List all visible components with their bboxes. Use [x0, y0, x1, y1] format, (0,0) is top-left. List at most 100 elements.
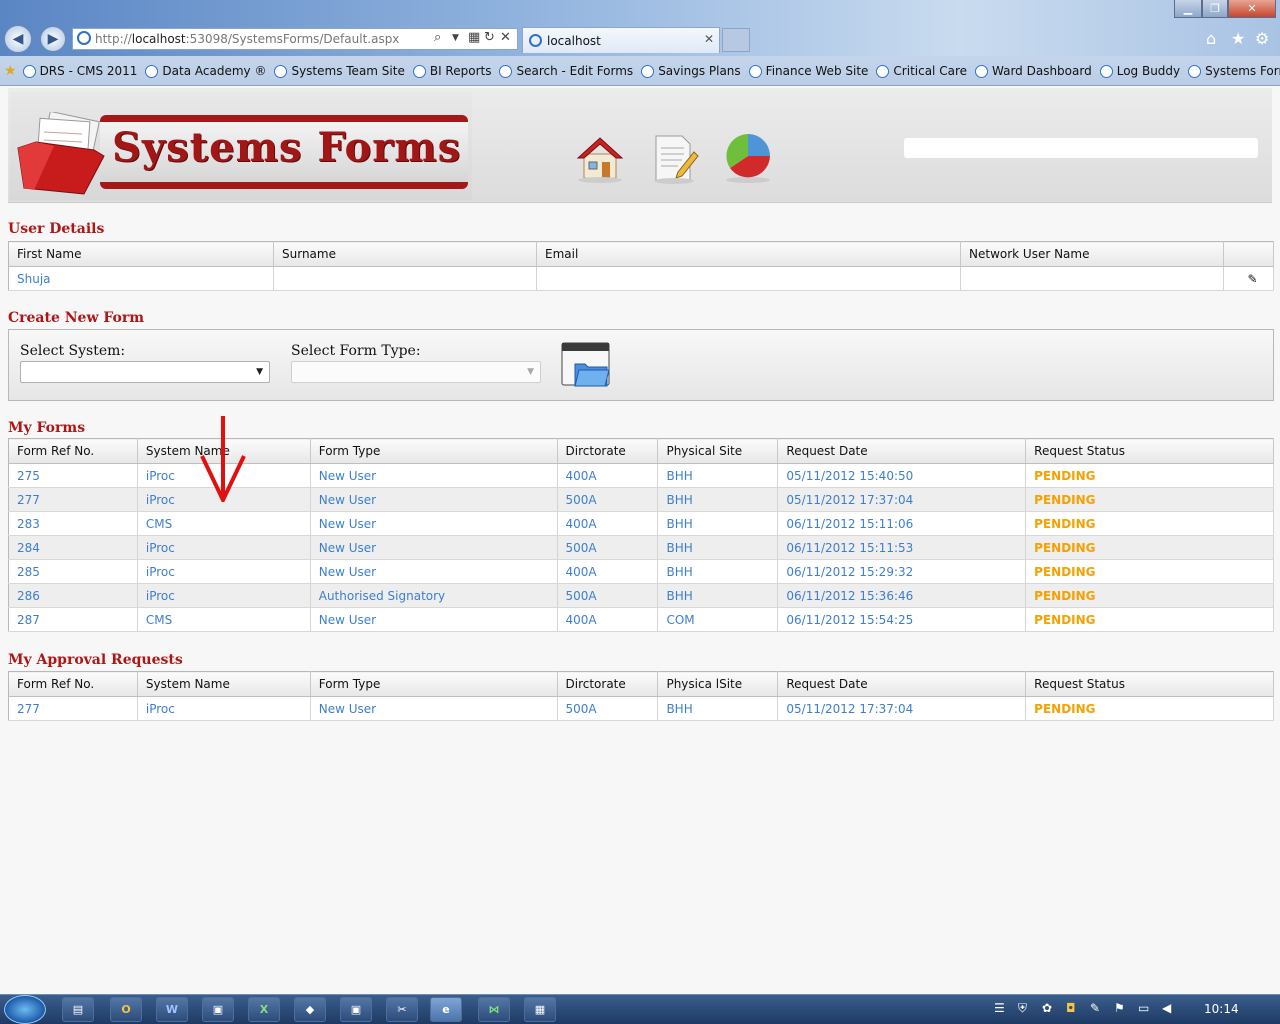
fav-item[interactable]: Ward Dashboard	[975, 64, 1092, 78]
favorites-bar: ★ DRS - CMS 2011 Data Academy ® Systems …	[0, 58, 1280, 84]
form-type-cell: New User	[310, 535, 558, 560]
system-name-cell: CMS	[137, 607, 311, 632]
app-taskbar-icon[interactable]: ▣	[340, 997, 372, 1022]
fav-item[interactable]: BI Reports	[412, 64, 491, 78]
column-header: Dirctorate	[557, 438, 659, 464]
system-name-cell: iProc	[137, 696, 311, 721]
approval-requests-table: Form Ref No. System Name Form Type Dirct…	[8, 671, 1274, 721]
gear-icon[interactable]: ⚙	[1255, 29, 1269, 48]
form-ref-cell[interactable]: 286	[8, 583, 138, 608]
form-ref-cell[interactable]: 287	[8, 607, 138, 632]
tray-icon[interactable]: ✿	[1042, 1001, 1052, 1015]
directorate-cell: 400A	[557, 607, 659, 632]
form-ref-cell[interactable]: 283	[8, 511, 138, 536]
fav-item[interactable]: Search - Edit Forms	[499, 64, 633, 78]
refresh-icon[interactable]: ↻	[484, 30, 495, 45]
create-form-icon[interactable]	[561, 342, 611, 388]
fav-item[interactable]: Savings Plans	[641, 64, 741, 78]
physical-site-cell: BHH	[657, 487, 779, 512]
close-button[interactable]: ✕	[1228, 0, 1276, 18]
logo-text: Systems Forms	[112, 124, 462, 171]
stop-icon[interactable]: ✕	[500, 30, 511, 45]
section-title-approvals: My Approval Requests	[8, 652, 183, 668]
forward-button[interactable]: ▶	[40, 26, 66, 52]
tab-close-icon[interactable]: ✕	[704, 32, 714, 46]
column-header: Dirctorate	[557, 671, 659, 697]
new-tab-button[interactable]	[722, 28, 750, 52]
tray-icon[interactable]: ◘	[1066, 1001, 1076, 1015]
network-user-cell	[960, 266, 1224, 291]
ie-tab-icon	[529, 34, 542, 47]
surname-cell	[273, 266, 537, 291]
search-icon[interactable]: ⌕	[434, 30, 441, 45]
column-header: Email	[536, 241, 961, 267]
minimize-button[interactable]: ▁	[1174, 0, 1202, 18]
fav-item[interactable]: Systems Forms	[1188, 64, 1280, 78]
compat-view-icon[interactable]: ▦	[468, 30, 480, 45]
edit-document-icon[interactable]	[648, 132, 700, 184]
explorer-taskbar-icon[interactable]: ▤	[62, 997, 94, 1022]
table-row[interactable]: 284 iProc New User 500A BHH 06/11/2012 15:11:…	[8, 535, 1274, 560]
form-ref-cell[interactable]: 275	[8, 463, 138, 488]
visual-studio-taskbar-icon[interactable]: ⋈	[478, 997, 510, 1022]
tools-taskbar-icon[interactable]: ✂	[386, 997, 418, 1022]
fav-item[interactable]: Data Academy ®	[145, 64, 266, 78]
column-header: Request Date	[777, 671, 1027, 697]
clock[interactable]: 10:14	[1204, 1002, 1239, 1016]
back-button[interactable]: ◀	[4, 25, 32, 53]
physical-site-cell: BHH	[657, 463, 779, 488]
ie-page-icon	[77, 31, 91, 45]
table-row[interactable]: 277 iProc New User 500A BHH 05/11/2012 17:37:…	[8, 487, 1274, 512]
directorate-cell: 500A	[557, 535, 659, 560]
table-row[interactable]: 277 iProc New User 500A BHH 05/11/2012 17:37:…	[8, 696, 1274, 721]
fav-item[interactable]: Finance Web Site	[748, 64, 868, 78]
fav-item[interactable]: Critical Care	[876, 64, 967, 78]
form-type-select[interactable]: ▼	[291, 361, 541, 383]
favorites-icon[interactable]: ★	[4, 63, 17, 79]
table-header-row: First Name Surname Email Network User Na…	[8, 241, 1274, 267]
tray-icon[interactable]: ✎	[1090, 1001, 1100, 1015]
edit-pencil-icon[interactable]: ✎	[1223, 266, 1274, 291]
fav-item[interactable]: DRS - CMS 2011	[22, 64, 137, 78]
pie-chart-icon[interactable]	[722, 132, 774, 184]
form-ref-cell[interactable]: 277	[8, 696, 138, 721]
system-select[interactable]: ▼	[20, 361, 270, 383]
home-icon[interactable]	[574, 132, 626, 184]
fav-item[interactable]: Log Buddy	[1099, 64, 1180, 78]
form-ref-cell[interactable]: 284	[8, 535, 138, 560]
home-icon[interactable]: ⌂	[1206, 29, 1216, 48]
tray-icon[interactable]: ☰	[994, 1001, 1005, 1015]
select-form-type-label: Select Form Type:	[291, 343, 421, 359]
request-status-cell: PENDING	[1025, 607, 1274, 632]
maximize-button[interactable]: ❐	[1202, 0, 1228, 18]
address-host: localhost	[131, 32, 186, 46]
address-path: :53098/SystemsForms/Default.aspx	[185, 32, 400, 46]
user-details-table: First Name Surname Email Network User Na…	[8, 241, 1274, 291]
volume-icon[interactable]: ◀	[1162, 1001, 1171, 1015]
app-taskbar-icon[interactable]: ▣	[202, 997, 234, 1022]
table-row[interactable]: 283 CMS New User 400A BHH 06/11/2012 15:11:06…	[8, 511, 1274, 536]
favorites-star-icon[interactable]: ★	[1231, 29, 1245, 48]
table-row[interactable]: 285 iProc New User 400A BHH 06/11/2012 15:29:…	[8, 559, 1274, 584]
network-icon[interactable]: ▭	[1138, 1001, 1149, 1015]
tray-icon[interactable]: ⛨	[1018, 1001, 1027, 1016]
word-taskbar-icon[interactable]: W	[156, 997, 188, 1022]
table-row[interactable]: 275 iProc New User 400A BHH 05/11/2012 15:40:…	[8, 463, 1274, 488]
directorate-cell: 500A	[557, 696, 659, 721]
dropdown-icon[interactable]: ▼	[452, 33, 459, 43]
outlook-taskbar-icon[interactable]: O	[110, 997, 142, 1022]
app-taskbar-icon[interactable]: ◆	[294, 997, 326, 1022]
section-title-my-forms: My Forms	[8, 420, 86, 436]
excel-taskbar-icon[interactable]: X	[248, 997, 280, 1022]
ie-taskbar-icon[interactable]: e	[430, 997, 462, 1022]
form-ref-cell[interactable]: 277	[8, 487, 138, 512]
app-taskbar-icon[interactable]: ▦	[524, 997, 556, 1022]
table-row[interactable]: 287 CMS New User 400A COM 06/11/2012 15:54:25…	[8, 607, 1274, 632]
browser-tab[interactable]: localhost	[522, 27, 720, 53]
table-header-row: Form Ref No. System Name Form Type Dirct…	[8, 438, 1274, 464]
form-ref-cell[interactable]: 285	[8, 559, 138, 584]
table-row[interactable]: 286 iProc Authorised Signatory 500A BHH 06/11…	[8, 583, 1274, 608]
flag-icon[interactable]: ⚑	[1114, 1001, 1125, 1015]
fav-item[interactable]: Systems Team Site	[274, 64, 405, 78]
start-button[interactable]	[4, 995, 46, 1024]
